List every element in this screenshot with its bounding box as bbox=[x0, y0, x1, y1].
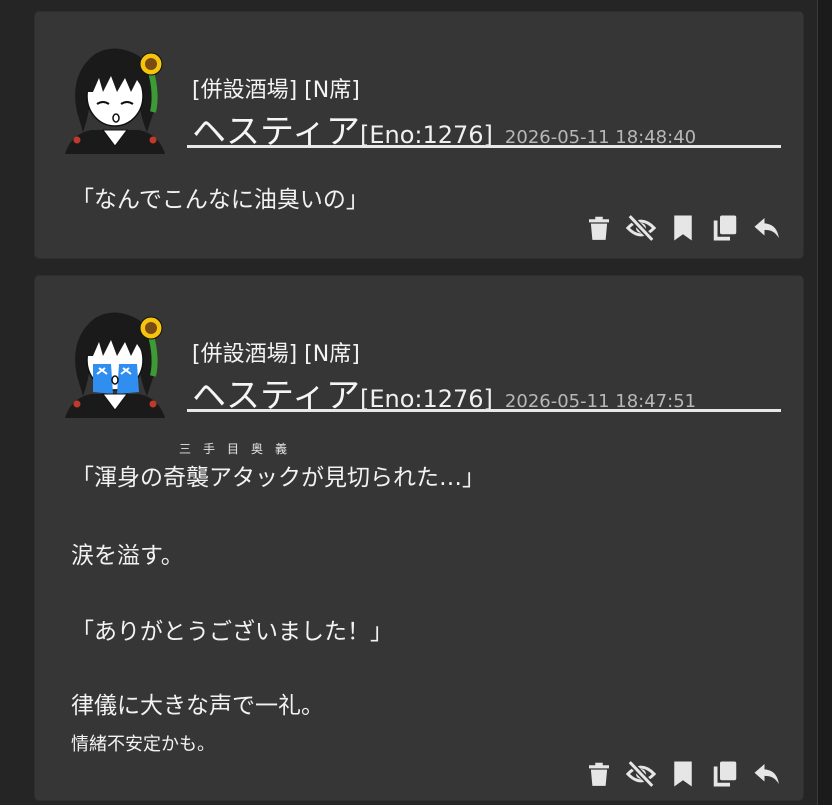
copy-button[interactable] bbox=[709, 758, 741, 790]
message-line: 「ありがとうございました！」 bbox=[71, 619, 393, 645]
reply-icon bbox=[754, 764, 779, 784]
copy-icon bbox=[713, 215, 737, 241]
trash-icon bbox=[589, 216, 609, 240]
header-divider bbox=[187, 145, 781, 148]
hide-icon bbox=[626, 213, 656, 243]
reply-button[interactable] bbox=[751, 212, 783, 244]
post-actions bbox=[583, 758, 783, 790]
hide-button[interactable] bbox=[625, 758, 657, 790]
message-line: 涙を溢す。 bbox=[71, 543, 184, 569]
message-note: 情緒不安定かも。 bbox=[71, 734, 215, 755]
reply-button[interactable] bbox=[751, 758, 783, 790]
delete-button[interactable] bbox=[583, 758, 615, 790]
message-line: 律儀に大きな声で一礼。 bbox=[71, 693, 324, 719]
bookmark-button[interactable] bbox=[667, 212, 699, 244]
hide-button[interactable] bbox=[625, 212, 657, 244]
reply-icon bbox=[754, 218, 779, 238]
post-card: [併設酒場] [N席] ヘスティア[Eno:1276] 2026-05-11 18… bbox=[35, 12, 803, 258]
post-card: [併設酒場] [N席] ヘスティア[Eno:1276] 2026-05-11 18… bbox=[35, 276, 803, 800]
post-location: [併設酒場] [N席] bbox=[192, 78, 360, 103]
avatar[interactable] bbox=[55, 34, 175, 154]
scrollbar[interactable] bbox=[817, 0, 832, 805]
bookmark-icon bbox=[674, 215, 692, 241]
avatar[interactable] bbox=[55, 298, 175, 418]
ruby-text: 三手目奥義 bbox=[179, 442, 300, 456]
post-location: [併設酒場] [N席] bbox=[192, 342, 360, 367]
hide-icon bbox=[626, 759, 656, 789]
header-divider bbox=[187, 409, 781, 412]
trash-icon bbox=[589, 762, 609, 786]
post-actions bbox=[583, 212, 783, 244]
delete-button[interactable] bbox=[583, 212, 615, 244]
message-line: 「渾身の奇襲アタックが見切られた…」 bbox=[71, 465, 485, 491]
bookmark-icon bbox=[674, 761, 692, 787]
copy-icon bbox=[713, 761, 737, 787]
message-line: 「なんでこんなに油臭いの」 bbox=[71, 187, 369, 213]
copy-button[interactable] bbox=[709, 212, 741, 244]
bookmark-button[interactable] bbox=[667, 758, 699, 790]
